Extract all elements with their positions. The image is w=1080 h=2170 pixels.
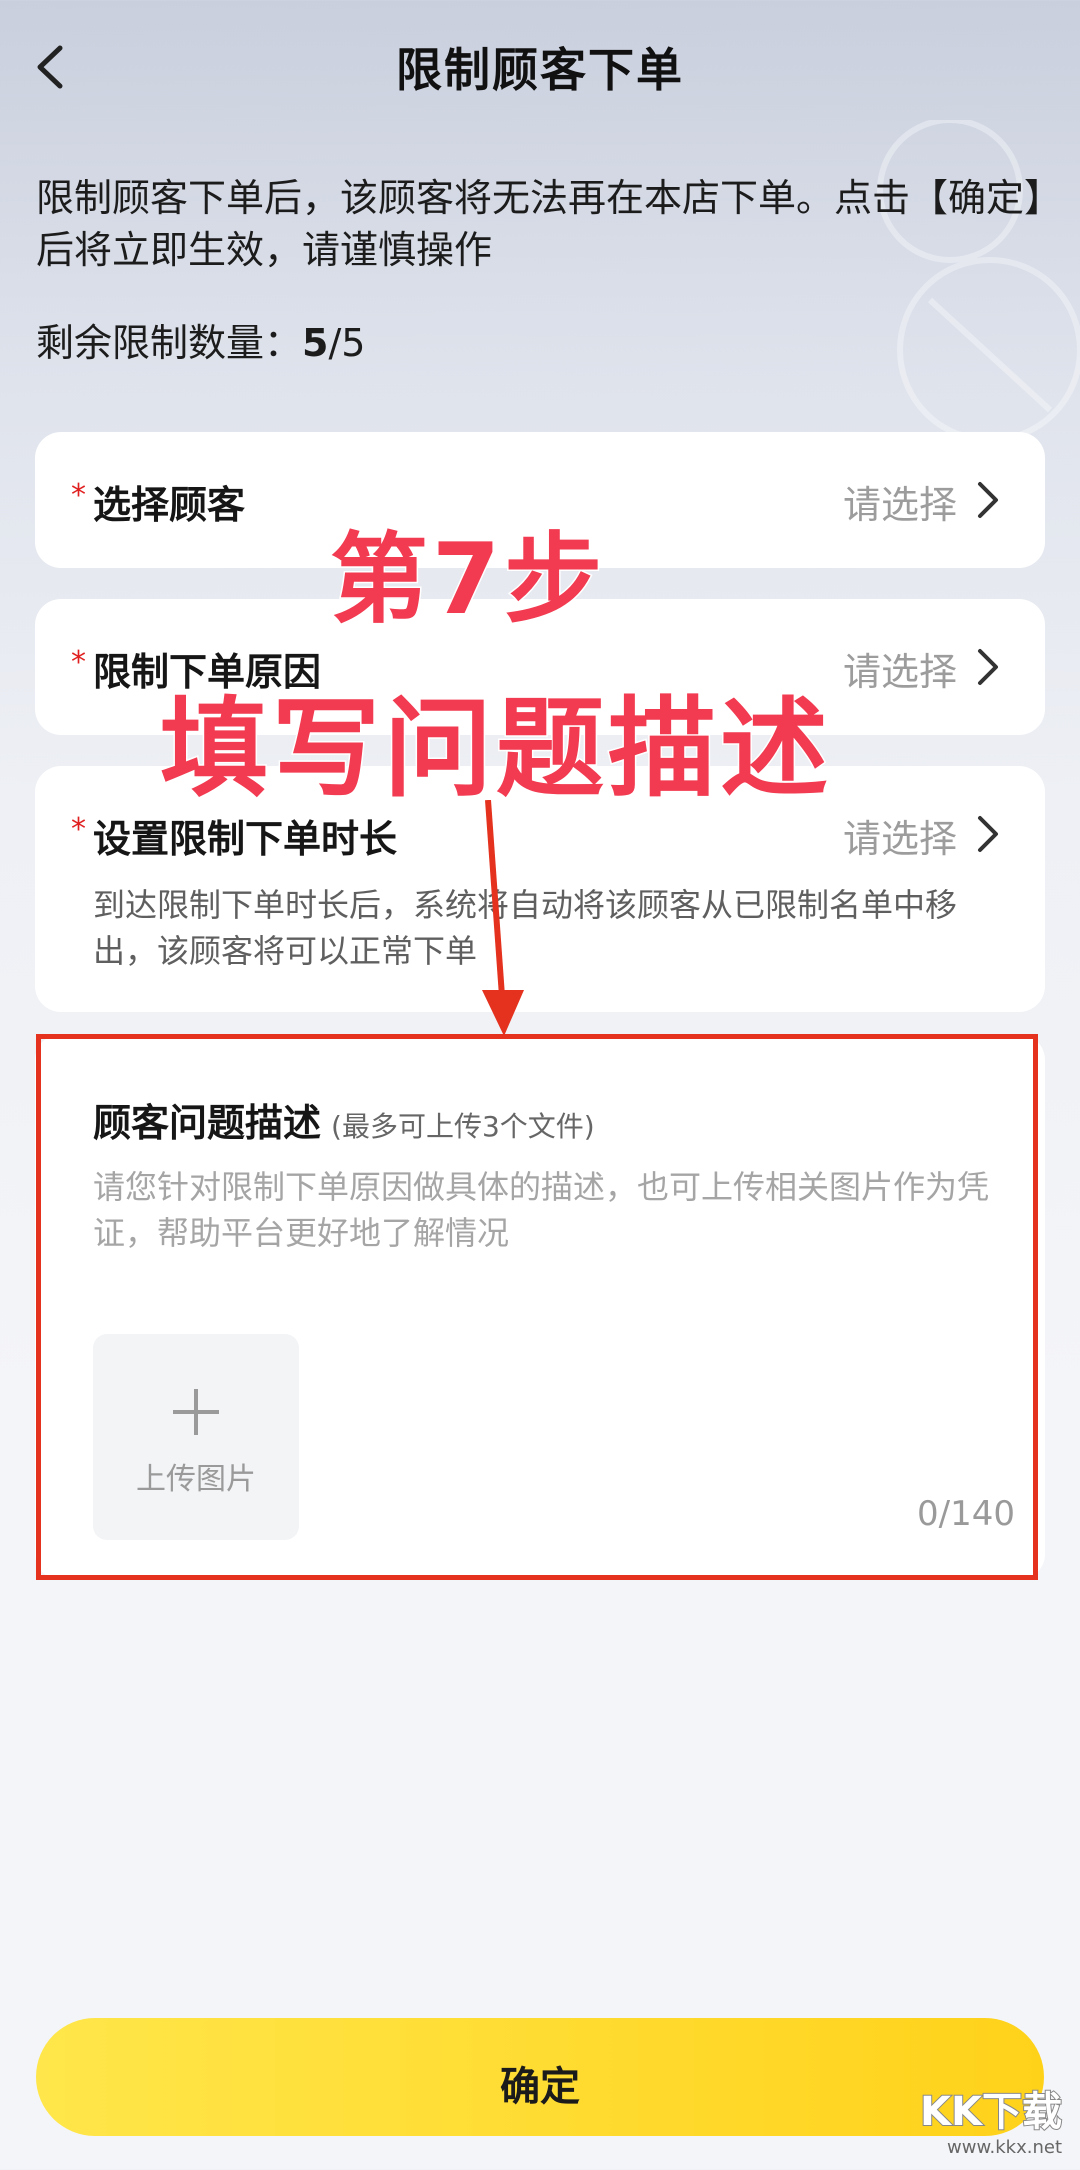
required-mark: * xyxy=(71,645,86,680)
arrow-down-icon xyxy=(482,800,524,1036)
restriction-notice: 限制顾客下单后，该顾客将无法再在本店下单。点击【确定】后将立即生效，请谨慎操作 xyxy=(36,176,1044,272)
watermark: KK下载 www.kkx.net xyxy=(919,2079,1063,2158)
watermark-url: www.kkx.net xyxy=(947,2137,1062,2158)
required-mark: * xyxy=(71,478,86,513)
remaining-total: 5 xyxy=(341,321,366,365)
remaining-used: 5 xyxy=(302,321,329,365)
remaining-separator: / xyxy=(328,321,342,365)
remaining-count: 剩余限制数量：5/5 xyxy=(36,312,365,367)
duration-note: 到达限制下单时长后，系统将自动将该顾客从已限制名单中移出，该顾客将可以正常下单 xyxy=(93,886,958,970)
decorative-stamp-icon xyxy=(877,120,1080,440)
row-value-restriction-reason: 请选择 xyxy=(842,650,957,694)
row-value-select-customer: 请选择 xyxy=(842,483,957,527)
annotation-highlight-box xyxy=(36,1034,1038,1580)
annotation-instruction: 填写问题描述 xyxy=(158,686,833,814)
row-label-select-customer: 选择顾客 xyxy=(93,483,246,527)
chevron-right-icon xyxy=(978,649,998,685)
row-value-restriction-duration: 请选择 xyxy=(842,817,957,861)
annotation-step: 第7步 xyxy=(328,522,607,639)
watermark-logo: KK下载 xyxy=(919,2088,1063,2136)
required-mark: * xyxy=(71,812,86,847)
remaining-label: 剩余限制数量： xyxy=(36,321,303,365)
confirm-button[interactable]: 确定 xyxy=(36,2018,1044,2136)
chevron-right-icon xyxy=(978,482,998,518)
page-title: 限制顾客下单 xyxy=(396,43,684,97)
chevron-right-icon xyxy=(978,816,998,852)
confirm-button-label: 确定 xyxy=(500,2064,580,2110)
